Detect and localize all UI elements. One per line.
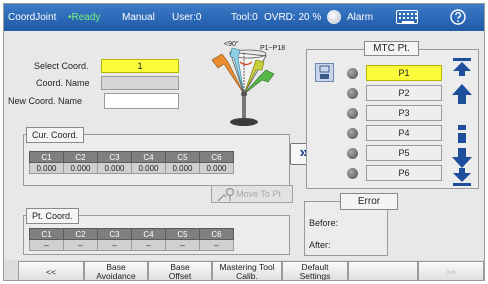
- ready-indicator: •Ready: [68, 12, 101, 23]
- default-settings-button[interactable]: Default Settings: [282, 261, 348, 281]
- coord-joint-screen: CoordJoint •Ready Manual User:0 Tool:0 O…: [3, 3, 485, 281]
- move-to-point-icon: [217, 187, 235, 202]
- coord-name-field: [101, 76, 179, 90]
- new-coord-name-input[interactable]: [104, 93, 179, 109]
- page-first-icon[interactable]: [451, 57, 473, 77]
- cur-coord-value-c3: 0.000: [97, 162, 132, 174]
- p6-status-led: [347, 168, 358, 179]
- mtc-point-p5[interactable]: P5: [366, 145, 442, 161]
- mastering-tool-label-2: Calib.: [236, 271, 258, 281]
- alarm-label[interactable]: Alarm: [347, 12, 373, 23]
- cur-coord-title: Cur. Coord.: [26, 127, 85, 143]
- select-coord-label: Select Coord.: [34, 61, 89, 71]
- range-text: P1~P18: [260, 45, 285, 52]
- select-coord-field[interactable]: 1: [101, 59, 179, 73]
- tool-label: Tool:0: [231, 12, 258, 23]
- mtc-point-p6[interactable]: P6: [366, 165, 442, 181]
- p4-status-led: [347, 128, 358, 139]
- help-icon[interactable]: [449, 8, 467, 26]
- pt-coord-value-c1: –: [29, 239, 64, 251]
- alarm-indicator-icon: [327, 10, 341, 24]
- angle-text: <90°: [224, 40, 239, 48]
- page-last-icon[interactable]: [451, 167, 473, 187]
- error-title: Error: [340, 193, 398, 210]
- cur-coord-header-c4: C4: [131, 151, 166, 163]
- cur-coord-value-c5: 0.000: [165, 162, 200, 174]
- cur-coord-header-c6: C6: [199, 151, 234, 163]
- mtc-point-p1[interactable]: P1: [366, 65, 442, 81]
- pt-coord-value-c2: –: [63, 239, 98, 251]
- pt-coord-header-c3: C3: [97, 228, 132, 240]
- user-label: User:0: [172, 12, 202, 23]
- pt-coord-value-c3: –: [97, 239, 132, 251]
- base-offset-label-2: Offset: [168, 271, 192, 281]
- new-coord-name-label: New Coord. Name: [8, 96, 83, 106]
- base-avoidance-label-2: Avoidance: [96, 271, 136, 281]
- base-offset-button[interactable]: Base Offset: [148, 261, 212, 281]
- cur-coord-value-c2: 0.000: [63, 162, 98, 174]
- cur-coord-header-c2: C2: [63, 151, 98, 163]
- empty-softkey-button[interactable]: [348, 261, 418, 280]
- error-after-label: After:: [309, 240, 331, 250]
- mtc-point-p3[interactable]: P3: [366, 105, 442, 121]
- default-settings-label-2: Settings: [299, 271, 331, 281]
- p1-status-led: [347, 68, 358, 79]
- cur-coord-value-c1: 0.000: [29, 162, 64, 174]
- pt-coord-value-c6: –: [199, 239, 234, 251]
- pt-coord-header-c5: C5: [165, 228, 200, 240]
- pt-coord-table: C1 C2 C3 C4 C5 C6 – – – – – –: [29, 228, 234, 251]
- page-down-icon[interactable]: [451, 147, 473, 169]
- pt-coord-title: Pt. Coord.: [26, 208, 79, 224]
- pt-coord-value-c5: –: [165, 239, 200, 251]
- cur-coord-header-c3: C3: [97, 151, 132, 163]
- next-page-button[interactable]: >>: [418, 261, 484, 280]
- cur-coord-header-c1: C1: [29, 151, 64, 163]
- move-to-pt-button[interactable]: Move To Pt: [211, 185, 293, 203]
- p3-status-led: [347, 108, 358, 119]
- page-up-icon[interactable]: [451, 83, 473, 105]
- pt-coord-header-c4: C4: [131, 228, 166, 240]
- cur-coord-value-c6: 0.000: [199, 162, 234, 174]
- scroll-indicator-icon: [458, 125, 466, 143]
- mtc-point-p2[interactable]: P2: [366, 85, 442, 101]
- next-page-label: >>: [446, 267, 456, 277]
- ready-text: Ready: [71, 12, 101, 23]
- cur-coord-table: C1 C2 C3 C4 C5 C6 0.000 0.000 0.000 0.00…: [29, 151, 234, 174]
- prev-page-button[interactable]: <<: [18, 261, 84, 280]
- mtc-title: MTC Pt.: [364, 41, 419, 56]
- pt-coord-value-c4: –: [131, 239, 166, 251]
- move-to-pt-label: Move To Pt: [236, 189, 281, 199]
- coord-name-label: Coord. Name: [36, 78, 90, 88]
- mode-label: Manual: [122, 12, 155, 23]
- mastering-tool-calib-button[interactable]: Mastering Tool Calib.: [212, 261, 282, 281]
- p2-status-led: [347, 88, 358, 99]
- coordinate-illustration: <90° P1~P18: [211, 40, 285, 126]
- keyboard-icon[interactable]: [396, 10, 418, 24]
- pt-coord-header-c2: C2: [63, 228, 98, 240]
- pt-coord-header-c1: C1: [29, 228, 64, 240]
- error-before-label: Before:: [309, 218, 339, 228]
- bottom-toolbar: << Base Avoidance Base Offset Mastering …: [4, 260, 484, 281]
- status-bar: CoordJoint •Ready Manual User:0 Tool:0 O…: [4, 4, 484, 31]
- p5-status-led: [347, 148, 358, 159]
- override-label: OVRD: 20 %: [264, 12, 322, 23]
- mtc-point-p4[interactable]: P4: [366, 125, 442, 141]
- base-avoidance-button[interactable]: Base Avoidance: [84, 261, 148, 281]
- save-point-icon[interactable]: [315, 63, 334, 82]
- cur-coord-value-c4: 0.000: [131, 162, 166, 174]
- cur-coord-header-c5: C5: [165, 151, 200, 163]
- program-name: CoordJoint: [8, 12, 57, 23]
- pt-coord-header-c6: C6: [199, 228, 234, 240]
- prev-page-label: <<: [46, 267, 56, 277]
